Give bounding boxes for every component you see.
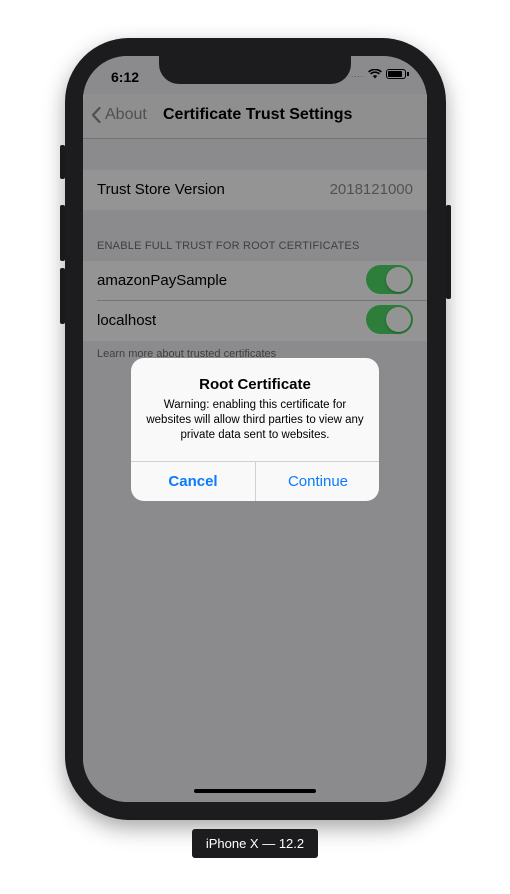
side-button-volume-down — [60, 268, 65, 324]
continue-button[interactable]: Continue — [256, 462, 379, 501]
alert-title: Root Certificate — [199, 376, 311, 393]
side-button-volume-up — [60, 205, 65, 261]
home-indicator[interactable] — [194, 789, 316, 793]
side-button-mute — [60, 145, 65, 179]
notch — [159, 56, 351, 84]
cancel-button[interactable]: Cancel — [131, 462, 255, 501]
device-label: iPhone X — 12.2 — [192, 829, 318, 858]
phone-screen: 6:12 .... About Certificate Trust Settin… — [83, 56, 427, 802]
alert-message: Warning: enabling this certificate for w… — [146, 399, 364, 441]
alert-dialog: Root Certificate Warning: enabling this … — [131, 358, 379, 501]
side-button-power — [446, 205, 451, 299]
